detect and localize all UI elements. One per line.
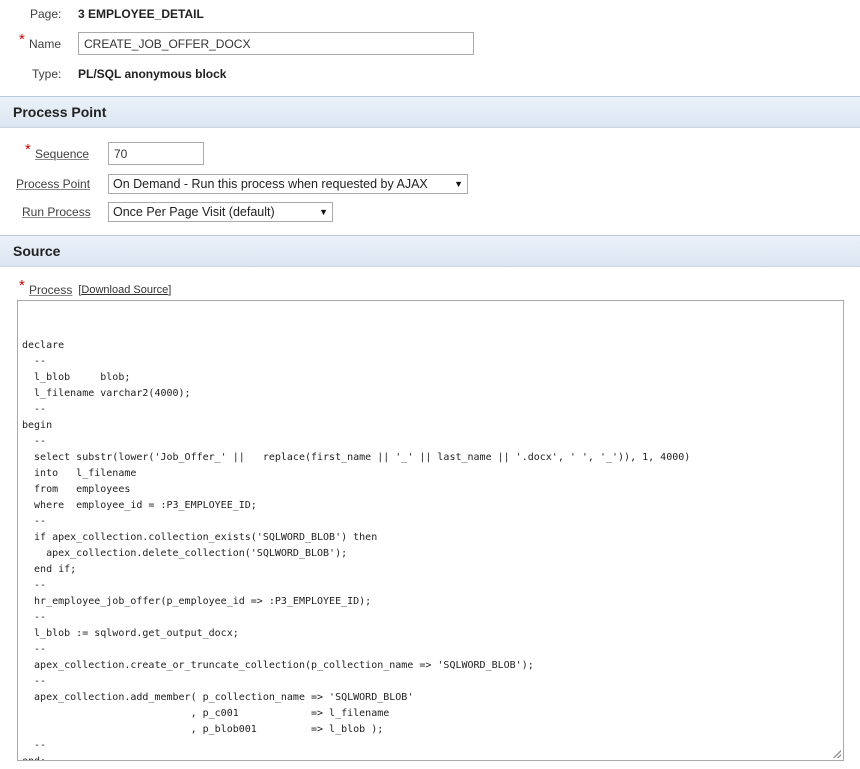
process-point-select[interactable]: On Demand - Run this process when reques… (108, 174, 468, 194)
sequence-input[interactable]: 70 (108, 142, 204, 165)
process-point-select-value: On Demand - Run this process when reques… (113, 177, 428, 191)
source-section-header: Source (0, 235, 860, 267)
process-point-section-header: Process Point (0, 96, 860, 128)
type-label: Type: (32, 67, 62, 81)
process-code-editor[interactable]: declare -- l_blob blob; l_filename varch… (17, 300, 844, 761)
process-code-text: declare -- l_blob blob; l_filename varch… (22, 340, 691, 760)
source-section-title: Source (13, 243, 61, 259)
process-point-label[interactable]: Process Point (16, 177, 90, 191)
page-value: 3 EMPLOYEE_DETAIL (78, 7, 204, 21)
chevron-down-icon: ▼ (454, 179, 463, 189)
process-label[interactable]: Process (29, 283, 72, 297)
required-marker: * (19, 277, 25, 294)
run-process-select[interactable]: Once Per Page Visit (default) ▼ (108, 202, 333, 222)
process-point-section-title: Process Point (13, 104, 107, 120)
sequence-label[interactable]: Sequence (35, 147, 89, 161)
run-process-label[interactable]: Run Process (22, 205, 91, 219)
resize-handle-icon[interactable] (833, 750, 841, 758)
name-label: Name (29, 37, 62, 51)
download-source: [Download Source] (78, 284, 171, 296)
type-value: PL/SQL anonymous block (78, 67, 227, 81)
run-process-select-value: Once Per Page Visit (default) (113, 205, 275, 219)
download-source-link[interactable]: Download Source (81, 284, 168, 296)
name-input[interactable]: CREATE_JOB_OFFER_DOCX (78, 32, 474, 55)
download-bracket-close: ] (168, 284, 172, 296)
required-marker: * (19, 31, 25, 48)
chevron-down-icon: ▼ (319, 207, 328, 217)
process-label-row: Process [Download Source] (29, 283, 171, 297)
page-label: Page: (30, 7, 62, 21)
required-marker: * (25, 141, 31, 158)
